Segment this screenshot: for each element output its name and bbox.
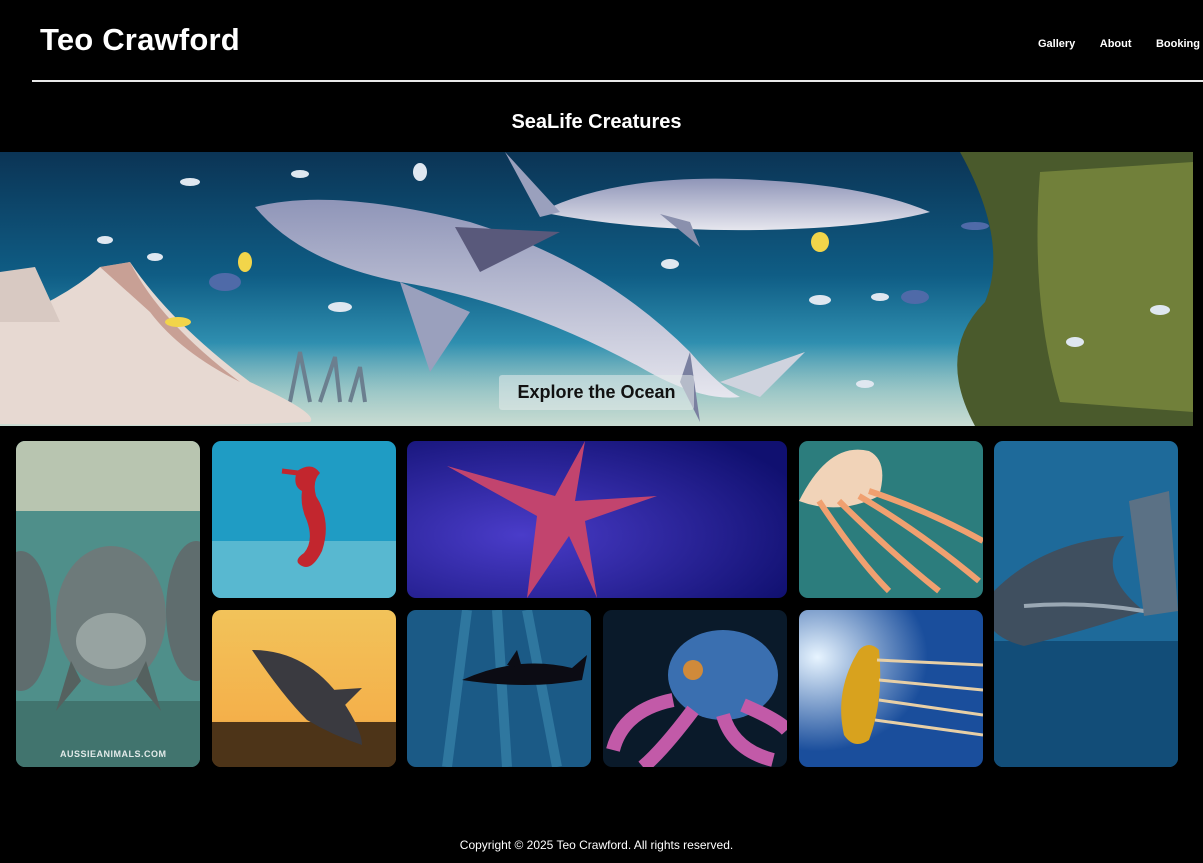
orange-jellyfish-image — [799, 441, 983, 598]
footer-copyright: Copyright © 2025 Teo Crawford. All right… — [459, 838, 734, 852]
gallery-image-golden-jellyfish[interactable] — [799, 610, 983, 767]
site-title: Teo Crawford — [40, 22, 240, 57]
gallery-image-seahorse[interactable] — [212, 441, 396, 598]
gallery-image-whale[interactable] — [994, 441, 1178, 767]
image-watermark: AUSSIEANIMALS.COM — [60, 749, 167, 759]
octopus-image — [603, 610, 787, 767]
nav-booking-link[interactable]: Booking — [1156, 38, 1200, 50]
gallery-image-octopus[interactable] — [603, 610, 787, 767]
starfish-image — [407, 441, 787, 598]
shark-breach-image — [212, 610, 396, 767]
main-nav: Gallery About Booking — [1038, 34, 1203, 50]
seahorse-image — [212, 441, 396, 598]
nav-gallery-link[interactable]: Gallery — [1038, 38, 1075, 50]
whale-image — [994, 441, 1178, 767]
gallery-image-orange-jellyfish[interactable] — [799, 441, 983, 598]
nav-about-link[interactable]: About — [1100, 38, 1132, 50]
gallery-image-orca[interactable] — [407, 610, 591, 767]
gallery-image-manatees[interactable]: AUSSIEANIMALS.COM — [16, 441, 200, 767]
orca-image — [407, 610, 591, 767]
gallery-image-starfish[interactable] — [407, 441, 787, 598]
section-title: SeaLife Creatures — [511, 111, 682, 133]
header-divider — [32, 80, 1203, 82]
manatees-image — [16, 441, 200, 767]
golden-jellyfish-image — [799, 610, 983, 767]
explore-ocean-button[interactable]: Explore the Ocean — [499, 375, 694, 410]
gallery-image-shark-breach[interactable] — [212, 610, 396, 767]
